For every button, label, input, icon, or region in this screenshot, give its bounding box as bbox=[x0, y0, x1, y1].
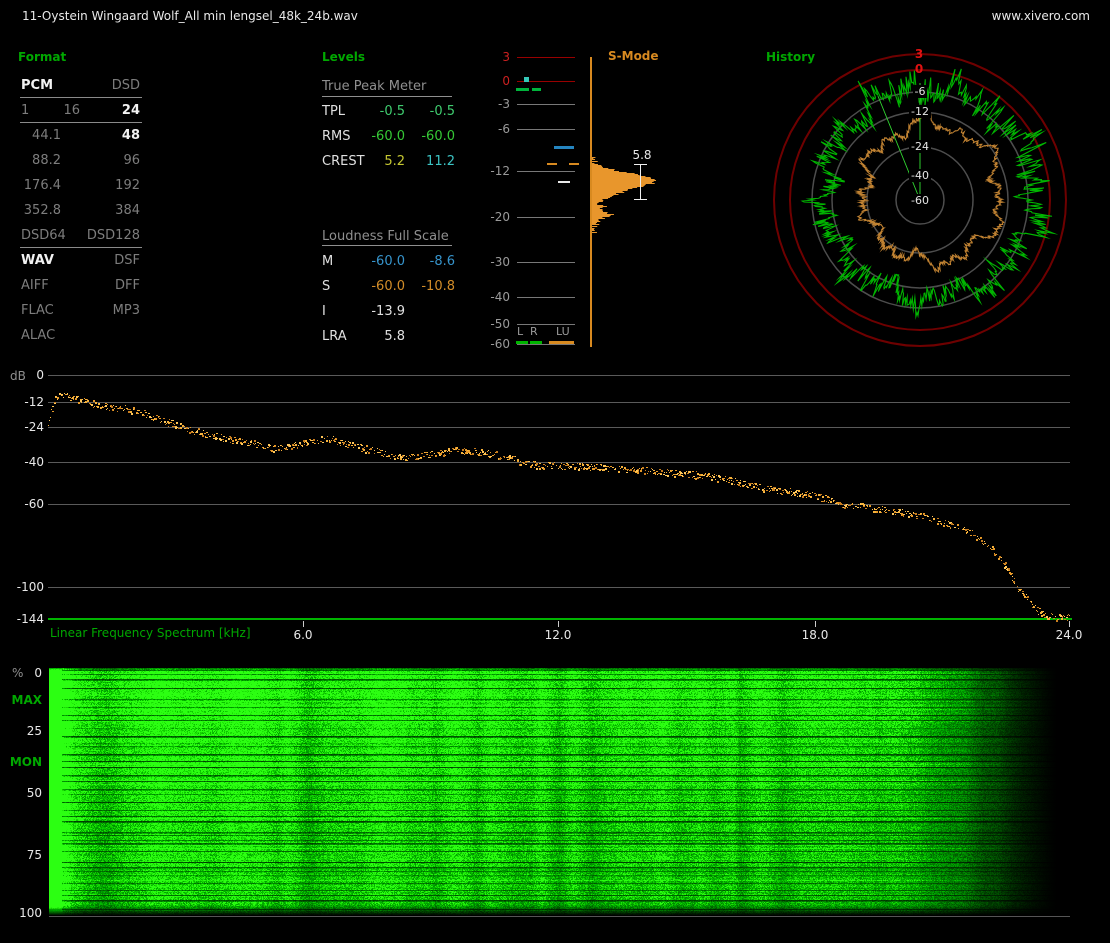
history-ring-label: -24 bbox=[909, 140, 931, 153]
website-link[interactable]: www.xivero.com bbox=[992, 9, 1090, 23]
meter-channel-lu: LU bbox=[556, 325, 570, 338]
spectrum-x-tick: 18.0 bbox=[801, 628, 829, 642]
format-divider bbox=[20, 97, 142, 98]
meter-channel-r: R bbox=[530, 325, 538, 338]
format-divider bbox=[20, 122, 142, 123]
format-option-dff: DFF bbox=[115, 278, 140, 293]
format-option-48: 48 bbox=[121, 128, 140, 143]
s-value-2: -10.8 bbox=[421, 279, 455, 294]
history-scale-label-0: 0 bbox=[914, 62, 924, 76]
spectrogram-canvas bbox=[49, 668, 1070, 918]
meter-channel-l: L bbox=[517, 325, 524, 338]
spectrum-y-tick: -24 bbox=[24, 420, 44, 434]
max-hold-button[interactable]: MAX bbox=[0, 693, 42, 707]
spectrogram-y-tick: 75 bbox=[26, 848, 42, 862]
lra-value-1: 5.8 bbox=[384, 329, 405, 344]
format-option-384: 384 bbox=[115, 203, 140, 218]
format-option-24: 24 bbox=[121, 103, 140, 118]
format-option-alac: ALAC bbox=[21, 328, 56, 343]
frequency-spectrum-canvas bbox=[0, 360, 1110, 650]
spectrum-y-tick: 0 bbox=[36, 368, 44, 382]
meter-scale-label: -60 bbox=[490, 337, 510, 351]
history-ring-label: -6 bbox=[912, 85, 928, 98]
file-name: 11-Oystein Wingaard Wolf_All min lengsel… bbox=[22, 9, 358, 23]
true-peak-divider bbox=[322, 96, 452, 97]
lra-value-label: 5.8 bbox=[632, 148, 652, 162]
format-option-dsf: DSF bbox=[114, 253, 140, 268]
rms-value-2: -60.0 bbox=[421, 129, 455, 144]
crest-value-2: 11.2 bbox=[426, 154, 455, 169]
meter-scale-label: -30 bbox=[490, 255, 510, 269]
meter-scale-label: -40 bbox=[490, 290, 510, 304]
musicscope-window: 11-Oystein Wingaard Wolf_All min lengsel… bbox=[0, 0, 1110, 943]
level-meter-canvas bbox=[495, 45, 765, 355]
spectrum-x-tick: 6.0 bbox=[293, 628, 313, 642]
format-option-dsd128: DSD128 bbox=[86, 228, 140, 243]
history-ring-label: -40 bbox=[909, 169, 931, 182]
levels-panel-header: Levels bbox=[322, 50, 366, 64]
format-option-96: 96 bbox=[123, 153, 140, 168]
history-ring-label: -12 bbox=[909, 105, 931, 118]
spectrogram-y-tick: 25 bbox=[26, 724, 42, 738]
s-mode-button[interactable]: S-Mode bbox=[608, 49, 659, 63]
meter-scale-label: -12 bbox=[490, 164, 510, 178]
meter-scale-label: -50 bbox=[490, 317, 510, 331]
m-value-2: -8.6 bbox=[429, 254, 455, 269]
spectrum-y-tick: -144 bbox=[16, 612, 44, 626]
format-panel-header: Format bbox=[18, 50, 67, 64]
format-option-dsd: DSD bbox=[111, 78, 140, 93]
spectrum-y-tick: -100 bbox=[16, 580, 44, 594]
i-value-1: -13.9 bbox=[371, 304, 405, 319]
spectrogram-y-tick: 50 bbox=[26, 786, 42, 800]
monitor-button[interactable]: MON bbox=[0, 755, 42, 769]
meter-scale-label: 3 bbox=[502, 50, 510, 64]
spectrum-x-tick: 24.0 bbox=[1055, 628, 1083, 642]
true-peak-meter-title: True Peak Meter bbox=[322, 79, 427, 94]
history-ring-label: -60 bbox=[909, 194, 931, 207]
loudness-title: Loudness Full Scale bbox=[322, 229, 449, 244]
format-option-mp3: MP3 bbox=[112, 303, 140, 318]
spectrogram-y-tick: 0 bbox=[34, 666, 42, 680]
spectrum-y-tick: -12 bbox=[24, 395, 44, 409]
meter-scale-label: -6 bbox=[498, 122, 510, 136]
meter-scale-label: -20 bbox=[490, 210, 510, 224]
format-divider bbox=[20, 247, 142, 248]
format-option-192: 192 bbox=[115, 178, 140, 193]
meter-scale-label: 0 bbox=[502, 74, 510, 88]
spectrum-y-tick: -40 bbox=[24, 455, 44, 469]
loudness-divider bbox=[322, 245, 452, 246]
spectrum-y-tick: -60 bbox=[24, 497, 44, 511]
spectrum-x-tick: 12.0 bbox=[544, 628, 572, 642]
tpl-value-2: -0.5 bbox=[429, 104, 455, 119]
spectrogram-y-tick: 100 bbox=[19, 906, 42, 920]
meter-scale-label: -3 bbox=[498, 97, 510, 111]
spectrum-title: Linear Frequency Spectrum [kHz] bbox=[50, 626, 251, 640]
history-scale-label-3: 3 bbox=[914, 47, 924, 61]
